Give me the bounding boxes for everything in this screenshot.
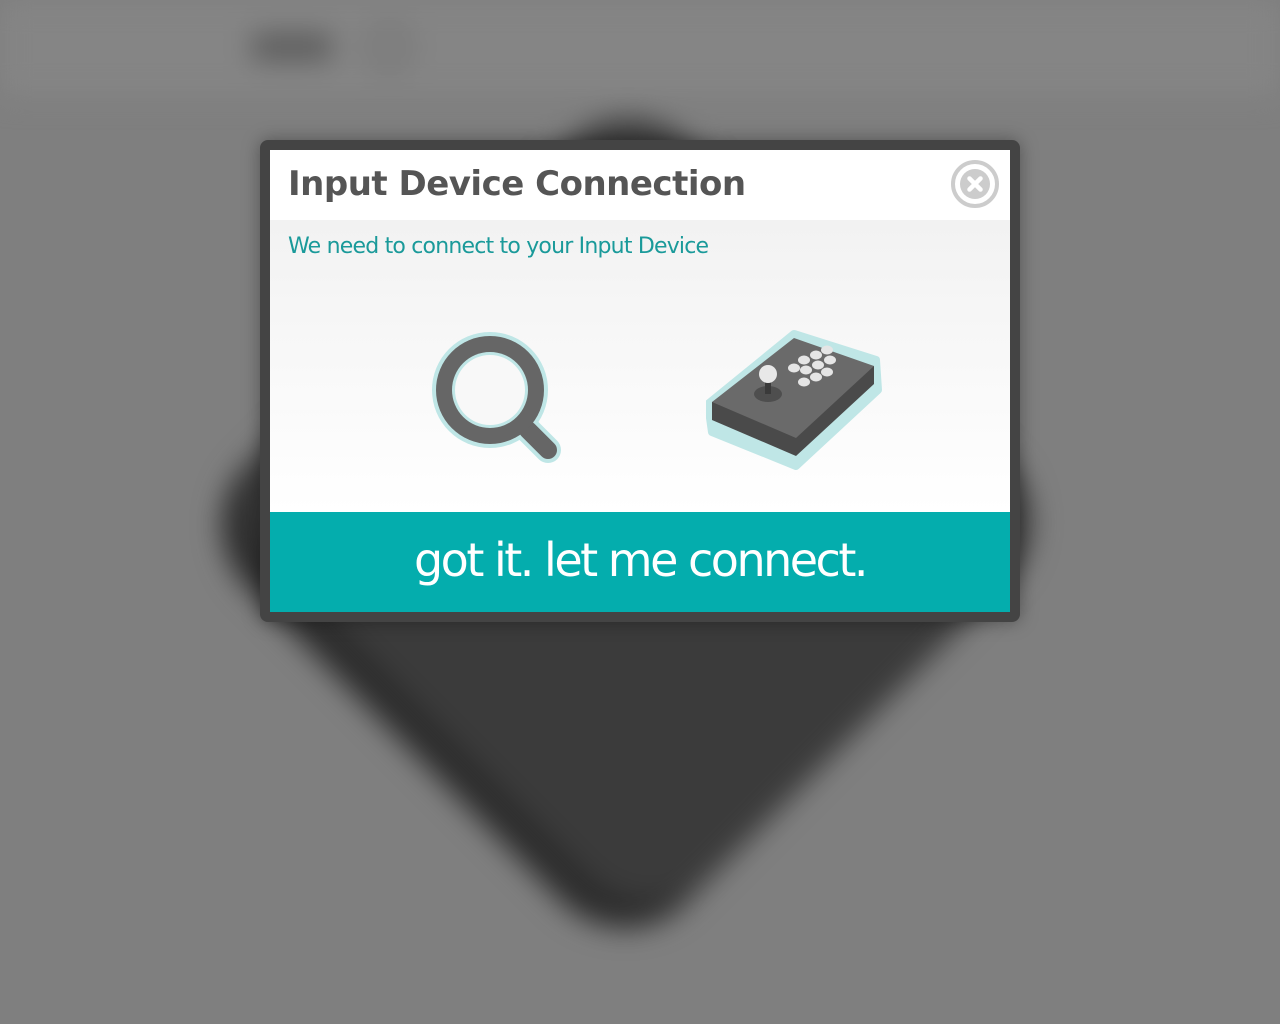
close-circle-icon — [951, 160, 999, 208]
input-device-connection-dialog: Input Device Connection We need to conne… — [260, 140, 1020, 622]
dialog-panel: Input Device Connection We need to conne… — [270, 150, 1010, 612]
dialog-header: Input Device Connection — [270, 150, 1010, 220]
dialog-subtitle: We need to connect to your Input Device — [288, 234, 709, 259]
background-logo-icon — [366, 24, 412, 70]
background-logo — [252, 34, 332, 60]
dialog-body: We need to connect to your Input Device — [270, 220, 1010, 512]
arcade-stick-icon — [706, 330, 882, 470]
background-header — [0, 0, 1280, 96]
connect-button[interactable]: got it. let me connect. — [270, 512, 1010, 612]
close-button[interactable] — [950, 159, 1000, 209]
search-icon — [432, 332, 561, 463]
dialog-title: Input Device Connection — [288, 164, 746, 204]
